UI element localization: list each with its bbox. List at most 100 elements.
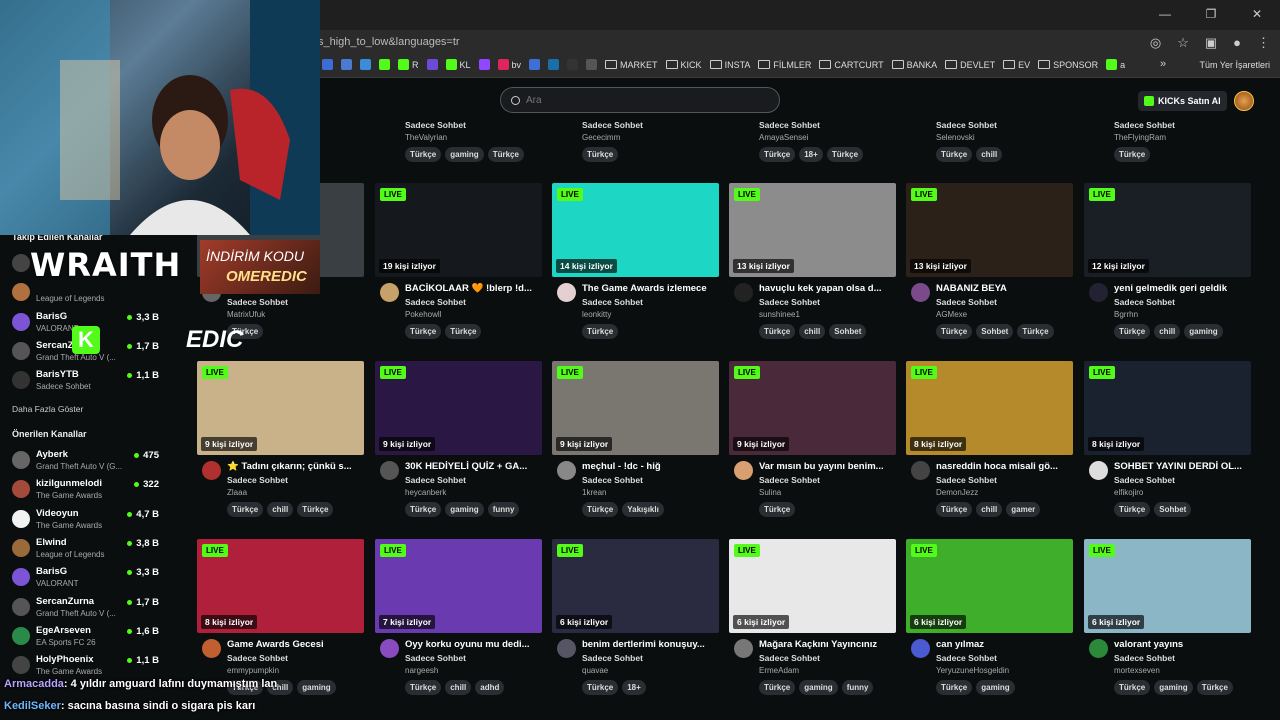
avatar[interactable]	[734, 283, 753, 302]
avatar[interactable]	[380, 283, 399, 302]
bookmark-folder-fi̇lmler[interactable]: FİLMLER	[758, 60, 811, 70]
tag[interactable]: gaming	[1184, 324, 1223, 339]
avatar[interactable]	[911, 283, 930, 302]
menu-icon[interactable]: ⋮	[1257, 35, 1270, 51]
stream-title[interactable]: Var mısın bu yayını benim...	[759, 461, 897, 472]
streamer-name[interactable]: quavae	[582, 666, 608, 675]
stream-thumbnail[interactable]: LIVE 9 kişi izliyor	[375, 361, 542, 455]
bookmark-folder-market[interactable]: MARKET	[605, 60, 658, 70]
stream-category[interactable]: Sadece Sohbet	[1114, 297, 1175, 307]
avatar[interactable]	[1234, 91, 1254, 111]
tag[interactable]: Türkçe	[759, 324, 796, 339]
stream-category[interactable]: Sadece Sohbet	[759, 653, 820, 663]
tag[interactable]: Sohbet	[976, 324, 1014, 339]
stream-category[interactable]: Sadece Sohbet	[936, 653, 997, 663]
streamer-name[interactable]: emmypumpkin	[227, 666, 279, 675]
buy-kicks-button[interactable]: KICKs Satın Al	[1138, 91, 1227, 111]
avatar[interactable]	[911, 639, 930, 658]
tag[interactable]: Türkçe	[1017, 324, 1054, 339]
stream-title[interactable]: havuçlu kek yapan olsa d...	[759, 283, 897, 294]
tag[interactable]: Türkçe	[1196, 680, 1233, 695]
bookmark-item[interactable]: KL	[445, 59, 471, 70]
stream-category[interactable]: Sadece Sohbet	[405, 475, 466, 485]
tag[interactable]: 18+	[622, 680, 646, 695]
stream-thumbnail[interactable]: LIVE 19 kişi izliyor	[375, 183, 542, 277]
stream-category[interactable]: Sadece Sohbet	[759, 297, 820, 307]
tag[interactable]: Türkçe	[405, 324, 442, 339]
stream-thumbnail[interactable]: LIVE 6 kişi izliyor	[729, 539, 896, 633]
stream-card[interactable]: Sadece Sohbet TheValyrian Türkçe gaming Türk…	[375, 118, 542, 163]
bookmark-item[interactable]	[529, 59, 541, 70]
stream-card[interactable]: LIVE 6 kişi izliyor benim dertlerimi konuş…	[552, 539, 719, 709]
avatar[interactable]	[734, 461, 753, 480]
bookmark-folder-kick[interactable]: KICK	[665, 60, 702, 70]
bookmark-folder-devlet[interactable]: DEVLET	[945, 60, 995, 70]
stream-card[interactable]: Sadece Sohbet Gececimm Türkçe	[552, 118, 719, 163]
tag[interactable]: 18+	[799, 147, 823, 162]
streamer-name[interactable]: mortexseven	[1114, 666, 1160, 675]
streamer-name[interactable]: sunshinee1	[759, 310, 800, 319]
stream-title[interactable]: can yılmaz	[936, 639, 1074, 650]
stream-card[interactable]: LIVE 12 kişi izliyor yeni gelmedik geri ge…	[1084, 183, 1251, 353]
streamer-name[interactable]: TheValyrian	[405, 133, 447, 142]
stream-title[interactable]: meçhul - !dc - hiğ	[582, 461, 720, 472]
stream-category[interactable]: Sadece Sohbet	[582, 120, 643, 130]
sidebar-channel[interactable]: kizilgunmelodi The Game Awards 322	[10, 476, 185, 505]
stream-card[interactable]: LIVE 8 kişi izliyor nasreddin hoca misali …	[906, 361, 1073, 531]
stream-category[interactable]: Sadece Sohbet	[759, 120, 820, 130]
tag[interactable]: Türkçe	[936, 324, 973, 339]
streamer-name[interactable]: MatrixUfuk	[227, 310, 265, 319]
streamer-name[interactable]: AGMexe	[936, 310, 967, 319]
stream-thumbnail[interactable]: LIVE 6 kişi izliyor	[906, 539, 1073, 633]
tag[interactable]: Türkçe	[297, 502, 334, 517]
avatar[interactable]	[1089, 639, 1108, 658]
tag[interactable]: Sohbet	[1154, 502, 1192, 517]
streamer-name[interactable]: YeryuzuneHosgeldin	[936, 666, 1009, 675]
avatar[interactable]	[202, 461, 221, 480]
avatar[interactable]	[202, 639, 221, 658]
stream-thumbnail[interactable]: LIVE 13 kişi izliyor	[729, 183, 896, 277]
bookmark-item[interactable]	[322, 59, 333, 70]
tag[interactable]: Türkçe	[759, 502, 796, 517]
streamer-name[interactable]: Sulina	[759, 488, 781, 497]
stream-thumbnail[interactable]: LIVE 9 kişi izliyor	[197, 361, 364, 455]
all-bookmarks[interactable]: Tüm Yer İşaretleri	[1199, 60, 1270, 70]
sidebar-channel[interactable]: BarisYTB Sadece Sohbet 1,1 B	[10, 367, 185, 396]
stream-thumbnail[interactable]: LIVE 6 kişi izliyor	[552, 539, 719, 633]
tag[interactable]: Türkçe	[405, 147, 442, 162]
streamer-name[interactable]: elfikojiro	[1114, 488, 1143, 497]
streamer-name[interactable]: heycanberk	[405, 488, 446, 497]
tag[interactable]: gaming	[976, 680, 1015, 695]
tag[interactable]: Türkçe	[826, 147, 864, 162]
stream-card[interactable]: LIVE 9 kişi izliyor meçhul - !dc - hiğ Sade…	[552, 361, 719, 531]
stream-title[interactable]: Oyy korku oyunu mu dedi...	[405, 639, 543, 650]
sidebar-channel[interactable]: SercanZurna Grand Theft Auto V (... 1,7 B	[10, 594, 185, 623]
eye-off-icon[interactable]: ◎	[1150, 35, 1161, 51]
tag[interactable]: Türkçe	[936, 502, 973, 517]
stream-title[interactable]: Game Awards Gecesi	[227, 639, 365, 650]
tag[interactable]: adhd	[475, 680, 505, 695]
tag[interactable]: funny	[487, 502, 520, 517]
stream-title[interactable]: 30K HEDİYELİ QUİZ + GA...	[405, 461, 543, 472]
stream-title[interactable]: BACİKOLAAR 🧡 !blerp !d...	[405, 283, 543, 294]
bookmark-item[interactable]	[360, 59, 371, 70]
stream-title[interactable]: ⭐ Tadını çıkarın; çünkü s...	[227, 461, 365, 472]
avatar[interactable]	[1089, 461, 1108, 480]
sidebar-channel[interactable]: Videoyun The Game Awards 4,7 B	[10, 506, 185, 535]
tag[interactable]: chill	[1154, 324, 1181, 339]
tag[interactable]: Türkçe	[227, 502, 264, 517]
stream-category[interactable]: Sadece Sohbet	[227, 475, 288, 485]
tag[interactable]: chill	[976, 147, 1003, 162]
bookmark-folder-sponsor[interactable]: SPONSOR	[1038, 60, 1098, 70]
bookmark-item[interactable]	[548, 59, 560, 70]
tag[interactable]: Türkçe	[1114, 324, 1151, 339]
streamer-name[interactable]: Gececimm	[582, 133, 620, 142]
avatar[interactable]	[1089, 283, 1108, 302]
stream-thumbnail[interactable]: LIVE 14 kişi izliyor	[552, 183, 719, 277]
bookmark-item[interactable]: a	[1106, 59, 1125, 70]
tag[interactable]: Sohbet	[829, 324, 867, 339]
extensions-icon[interactable]: ▣	[1205, 35, 1217, 51]
stream-card[interactable]: LIVE 13 kişi izliyor havuçlu kek yapan ols…	[729, 183, 896, 353]
stream-card[interactable]: Sadece Sohbet Selenovski Türkçe chill	[906, 118, 1073, 163]
stream-thumbnail[interactable]: LIVE 6 kişi izliyor	[1084, 539, 1251, 633]
